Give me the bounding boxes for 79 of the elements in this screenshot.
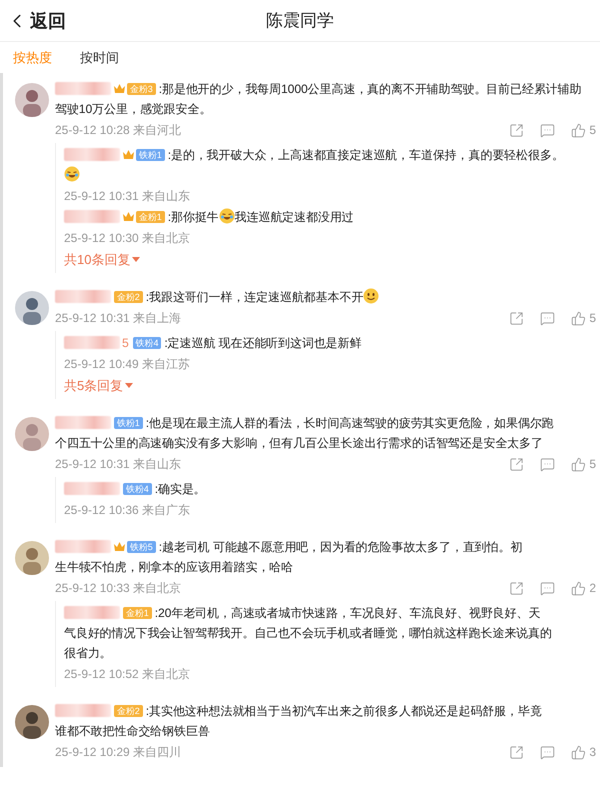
reply-time: 25-9-12 10:36 来自广东 bbox=[64, 502, 192, 518]
fan-badge: 金粉1 bbox=[136, 211, 165, 223]
blurred-name bbox=[64, 148, 120, 161]
comment-text: :那你挺牛 bbox=[168, 210, 219, 224]
like-count: 5 bbox=[589, 457, 596, 471]
fan-badge: 金粉1 bbox=[123, 607, 152, 619]
blurred-name bbox=[64, 482, 120, 495]
blurred-name bbox=[64, 336, 120, 349]
comment-text: :是的，我开破大众，上高速都直接定速巡航，车道保持，真的要轻松很多。 bbox=[168, 148, 564, 162]
fan-badge: 铁粉5 bbox=[127, 541, 156, 553]
comment-icon[interactable] bbox=[540, 456, 556, 472]
sort-tab[interactable]: 按热度 bbox=[13, 48, 52, 68]
blurred-name bbox=[55, 540, 111, 553]
comment-text: 生牛犊不怕虎，刚拿本的应该用着踏实，哈哈 bbox=[55, 560, 294, 574]
fan-badge: 金粉2 bbox=[114, 705, 143, 717]
back-button[interactable]: 返回 bbox=[0, 8, 66, 32]
comment-text: :那是他开的少，我每周1000公里高速，真的离不开辅助驾驶。目前已经累计辅助 bbox=[158, 82, 582, 96]
caret-icon bbox=[132, 257, 140, 263]
blurred-name bbox=[64, 210, 120, 223]
user-name: 5 bbox=[122, 336, 129, 350]
share-icon[interactable] bbox=[509, 122, 524, 138]
blurred-name bbox=[55, 416, 111, 429]
blurred-name bbox=[55, 704, 111, 717]
comment-time: 25-9-12 10:28 来自河北 bbox=[55, 122, 182, 138]
comment-text: :越老司机 可能越不愿意用吧，因为看的危险事故太多了，直到怕。初 bbox=[158, 540, 522, 554]
fan-badge: 铁粉1 bbox=[114, 417, 143, 429]
sort-tab[interactable]: 按时间 bbox=[80, 48, 119, 68]
like-count: 5 bbox=[589, 123, 596, 137]
fan-badge: 金粉2 bbox=[114, 291, 143, 303]
comment-time: 25-9-12 10:31 来自山东 bbox=[55, 456, 182, 472]
comment-time: 25-9-12 10:31 来自上海 bbox=[55, 310, 182, 326]
reply-time: 25-9-12 10:52 来自北京 bbox=[64, 666, 192, 682]
share-icon[interactable] bbox=[509, 456, 524, 472]
comment-text: 很省力。 bbox=[64, 646, 112, 660]
share-icon[interactable] bbox=[509, 744, 524, 760]
comment-text: :20年老司机，高速或者城市快速路，车况良好、车流良好、视野良好、天 bbox=[154, 606, 540, 620]
comment-text: :他是现在最主流人群的看法，长时间高速驾驶的疲劳其实更危险，如果偶尔跑 bbox=[146, 416, 554, 430]
laughing-emoji-icon bbox=[218, 208, 235, 224]
comment-text: :确实是。 bbox=[154, 482, 206, 496]
fan-badge: 铁粉4 bbox=[123, 483, 152, 495]
comment-text: :其实他这种想法就相当于当初汽车出来之前很多人都说还是起码舒服，毕竟 bbox=[146, 704, 542, 718]
like-icon[interactable] bbox=[571, 744, 586, 760]
comment-text: :我跟这哥们一样，连定速巡航都基本不开 bbox=[146, 290, 364, 304]
comment-text: 我连巡航定速都没用过 bbox=[234, 210, 354, 224]
fan-badge: 铁粉4 bbox=[132, 337, 162, 349]
laughing-emoji-icon bbox=[64, 166, 80, 182]
like-count: 5 bbox=[589, 311, 596, 325]
reply-time: 25-9-12 10:49 来自江苏 bbox=[64, 356, 192, 372]
comment-icon[interactable] bbox=[540, 310, 556, 326]
comment-icon[interactable] bbox=[540, 580, 556, 596]
like-icon[interactable] bbox=[571, 456, 586, 472]
reply-time: 25-9-12 10:30 来自北京 bbox=[64, 230, 192, 246]
comment-text: 谁都不敢把性命交给钢铁巨兽 bbox=[55, 724, 210, 738]
reply-time: 25-9-12 10:31 来自山东 bbox=[64, 188, 192, 204]
comment-time: 25-9-12 10:33 来自北京 bbox=[55, 580, 182, 596]
page-title: 陈震同学 bbox=[266, 10, 334, 32]
blurred-name bbox=[55, 82, 111, 95]
blurred-name bbox=[55, 290, 111, 303]
fan-badge: 铁粉1 bbox=[136, 149, 165, 161]
comment-icon[interactable] bbox=[540, 744, 556, 760]
share-icon[interactable] bbox=[509, 580, 524, 596]
comment-text: 气良好的情况下我会让智驾帮我开。自己也不会玩手机或者睡觉，哪怕就这样跑长途来说真的 bbox=[64, 626, 552, 640]
fan-badge: 金粉3 bbox=[127, 83, 156, 95]
comment-time: 25-9-12 10:29 来自四川 bbox=[55, 744, 182, 760]
share-icon[interactable] bbox=[509, 310, 524, 326]
comment-text: 驾驶10万公里，感觉跟安全。 bbox=[55, 102, 212, 116]
caret-icon bbox=[125, 383, 134, 389]
comment-text: 个四五十公里的高速确实没有多大影响，但有几百公里长途出行需求的话智驾还是安全太多了 bbox=[55, 436, 543, 450]
like-count: 2 bbox=[589, 581, 596, 595]
smiley-emoji-icon bbox=[363, 288, 380, 304]
like-icon[interactable] bbox=[571, 580, 586, 596]
more-replies-link[interactable]: 共5条回复 bbox=[64, 375, 134, 397]
like-icon[interactable] bbox=[571, 310, 586, 326]
comment-icon[interactable] bbox=[540, 122, 556, 138]
like-icon[interactable] bbox=[571, 122, 586, 138]
comment-text: :定速巡航 现在还能听到这词也是新鲜 bbox=[164, 336, 362, 350]
blurred-name bbox=[64, 606, 120, 619]
more-replies-link[interactable]: 共10条回复 bbox=[64, 249, 140, 271]
like-count: 3 bbox=[589, 745, 596, 759]
